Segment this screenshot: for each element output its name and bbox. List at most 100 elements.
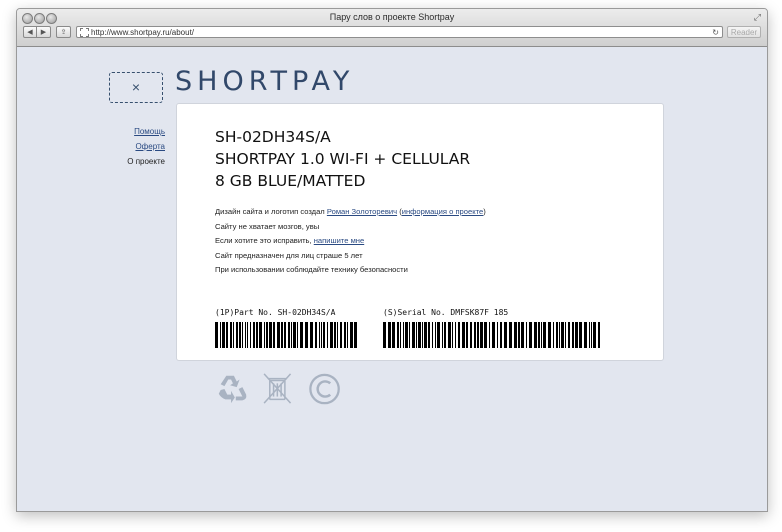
author-link[interactable]: Роман Золоторевич: [327, 207, 397, 216]
barcode-bar: [323, 322, 325, 348]
barcode-bar: [568, 322, 570, 348]
share-button[interactable]: ⇪: [56, 26, 71, 38]
barcode-bar: [526, 322, 527, 348]
barcode-bar: [230, 322, 232, 348]
reload-icon[interactable]: ↻: [712, 27, 719, 38]
nav-link-offer[interactable]: Оферта: [87, 142, 165, 151]
barcode-bar: [269, 322, 272, 348]
info-line: При использовании соблюдайте технику без…: [215, 265, 408, 275]
barcode-bar: [504, 322, 507, 348]
barcode-bar: [477, 322, 479, 348]
barcode-bar: [556, 322, 558, 348]
barcode-bar: [330, 322, 333, 348]
barcode-bar: [388, 322, 391, 348]
logo-x-icon: ×: [131, 79, 141, 95]
barcode-bar: [591, 322, 592, 348]
credits-paren-close: ): [483, 207, 486, 216]
share-icon: ⇪: [60, 29, 67, 36]
barcode-bar: [579, 322, 582, 348]
barcode-bar: [474, 322, 476, 348]
recycle-icon: [218, 375, 247, 404]
barcode-bar: [405, 322, 408, 348]
nav-link-help[interactable]: Помощь: [87, 127, 165, 136]
barcode-bar: [598, 322, 600, 348]
barcode-bar: [470, 322, 472, 348]
logo-mark[interactable]: ×: [109, 72, 163, 103]
barcode-bar: [305, 322, 308, 348]
barcode-bar: [383, 322, 386, 348]
barcode-bar: [409, 322, 410, 348]
crossed-bin-icon: [263, 373, 292, 404]
barcode-bar: [497, 322, 498, 348]
info-line: Сайту не хватает мозгов, увы: [215, 221, 320, 231]
barcode-bar: [253, 322, 255, 348]
barcode-bar: [416, 322, 417, 348]
barcode-bar: [392, 322, 395, 348]
info-line: Сайт предназначен для лиц страше 5 лет: [215, 250, 363, 260]
credits-prefix: Дизайн сайта и логотип создал: [215, 207, 327, 216]
barcode-bar: [444, 322, 446, 348]
barcode-bar: [321, 322, 322, 348]
back-button[interactable]: ◀: [23, 26, 37, 38]
barcode-bar: [572, 322, 574, 348]
brand-wordmark[interactable]: SHORTPAY: [175, 66, 354, 97]
barcode-bar: [350, 322, 353, 348]
address-bar[interactable]: http://www.shortpay.ru/about/ ↻: [76, 26, 723, 38]
barcode-bar: [529, 322, 532, 348]
barcode-bar: [418, 322, 421, 348]
write-me-link[interactable]: напишите мне: [314, 236, 364, 245]
barcode-bar: [403, 322, 404, 348]
barcode-bar: [319, 322, 320, 348]
barcode-bar: [284, 322, 286, 348]
barcode-bar: [273, 322, 275, 348]
barcode-bar: [315, 322, 317, 348]
barcode-bar: [575, 322, 578, 348]
forward-arrow-icon: ▶: [40, 29, 47, 36]
barcode-bar: [553, 322, 554, 348]
model-line: 8 GB BLUE/MATTED: [215, 172, 366, 190]
barcode-bar: [222, 322, 225, 348]
barcode-bar: [288, 322, 290, 348]
site-favicon-icon: [80, 28, 89, 37]
barcode-bar: [442, 322, 443, 348]
serial-number-label: (S)Serial No. DMFSK87F 185: [383, 308, 509, 317]
barcode-bar: [220, 322, 221, 348]
barcode-bar: [484, 322, 487, 348]
barcode-bar: [233, 322, 234, 348]
barcode-bar: [561, 322, 564, 348]
credits-line: Дизайн сайта и логотип создал Роман Золо…: [215, 205, 486, 220]
barcode-bar: [593, 322, 596, 348]
barcode-bar: [245, 322, 246, 348]
barcode-bar: [215, 322, 218, 348]
barcode-bar: [559, 322, 560, 348]
barcode-bar: [509, 322, 512, 348]
project-info-link[interactable]: информация о проекте: [402, 207, 484, 216]
barcode-bar: [543, 322, 546, 348]
barcode-bar: [541, 322, 542, 348]
reader-button[interactable]: Reader: [727, 26, 761, 38]
barcode-bar: [236, 322, 238, 348]
barcode-bar: [354, 322, 357, 348]
barcode-bar: [462, 322, 465, 348]
forward-button[interactable]: ▶: [37, 26, 51, 38]
barcode-bar: [281, 322, 283, 348]
barcode-bar: [226, 322, 228, 348]
barcode-bar: [256, 322, 258, 348]
barcode-bar: [466, 322, 468, 348]
barcode-bar: [264, 322, 265, 348]
barcode-bar: [242, 322, 243, 348]
part-number-label: (1P)Part No. SH-02DH34S/A: [215, 308, 336, 317]
barcode-bar: [340, 322, 342, 348]
barcode-bar: [514, 322, 517, 348]
barcode-bar: [266, 322, 268, 348]
part-barcode: [215, 322, 357, 348]
browser-window: Пару слов о проекте Shortpay ⤢ ◀ ▶ ⇪ htt…: [16, 8, 768, 512]
about-text: Дизайн сайта и логотип создал Роман Золо…: [215, 205, 486, 278]
fullscreen-icon[interactable]: ⤢: [754, 12, 761, 23]
nav-current-about: О проекте: [127, 157, 165, 166]
barcode-bar: [310, 322, 313, 348]
product-label-card: SH-02DH34S/A SHORTPAY 1.0 WI-FI + CELLUL…: [176, 103, 664, 361]
barcode-bar: [327, 322, 328, 348]
barcode-bar: [534, 322, 537, 348]
barcode-bar: [247, 322, 248, 348]
